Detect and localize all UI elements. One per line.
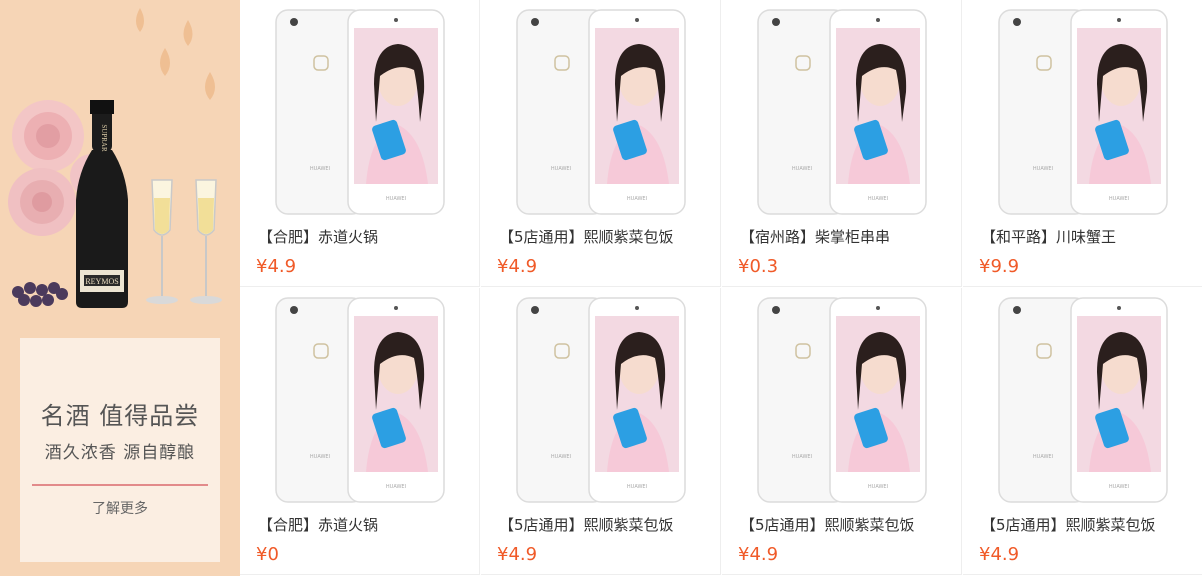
product-image: HUAWEI HUAWEI [998, 9, 1168, 215]
product-image: HUAWEI HUAWEI [757, 297, 927, 503]
phone-brand-front: HUAWEI [627, 484, 647, 490]
product-price: ¥4.9 [738, 544, 779, 565]
product-card[interactable]: HUAWEI HUAWEI 【宿州路】柴掌柜串串 ¥0.3 [722, 0, 962, 287]
product-card[interactable]: HUAWEI HUAWEI 【合肥】赤道火锅 ¥0 [240, 288, 480, 575]
product-grid: HUAWEI HUAWEI 【合肥】赤道火锅 ¥4.9 HUAWEI HUAWEI 【5店通… [240, 0, 1202, 576]
phone-brand-back: HUAWEI [1033, 166, 1053, 172]
product-image: HUAWEI HUAWEI [275, 9, 445, 215]
phone-brand-back: HUAWEI [792, 166, 812, 172]
product-name[interactable]: 【合肥】赤道火锅 [258, 226, 378, 247]
wine-bottle-illustration: REYMOS SUPRAR [8, 100, 222, 308]
phone-brand-back: HUAWEI [551, 454, 571, 460]
phone-brand-back: HUAWEI [310, 166, 330, 172]
phone-brand-back: HUAWEI [792, 454, 812, 460]
phone-brand-front: HUAWEI [1109, 196, 1129, 202]
product-name[interactable]: 【5店通用】熙顺紫菜包饭 [740, 514, 915, 535]
page: REYMOS SUPRAR 名酒 值得品尝 酒久浓香 源自醇酿 了解更多 HUA… [0, 0, 1202, 576]
phone-brand-front: HUAWEI [868, 484, 888, 490]
promo-card: 名酒 值得品尝 酒久浓香 源自醇酿 了解更多 [20, 338, 220, 562]
product-price: ¥0 [256, 544, 279, 565]
product-name[interactable]: 【5店通用】熙顺紫菜包饭 [499, 226, 674, 247]
product-name[interactable]: 【合肥】赤道火锅 [258, 514, 378, 535]
phone-brand-back: HUAWEI [310, 454, 330, 460]
champagne-glass-icon [190, 179, 222, 304]
product-price: ¥4.9 [256, 256, 297, 277]
promo-title: 名酒 值得品尝 [40, 402, 200, 430]
product-name[interactable]: 【5店通用】熙顺紫菜包饭 [499, 514, 674, 535]
learn-more-link[interactable]: 了解更多 [20, 498, 220, 518]
product-price: ¥4.9 [497, 544, 538, 565]
product-price: ¥0.3 [738, 256, 779, 277]
product-image: HUAWEI HUAWEI [516, 9, 686, 215]
bottle-label: REYMOS [85, 277, 118, 286]
product-name[interactable]: 【宿州路】柴掌柜串串 [740, 226, 890, 247]
bottle-neck-label: SUPRAR [100, 124, 108, 152]
product-price: ¥4.9 [497, 256, 538, 277]
phone-brand-front: HUAWEI [1109, 484, 1129, 490]
wine-promo-banner[interactable]: REYMOS SUPRAR 名酒 值得品尝 酒久浓香 源自醇酿 了解更多 [0, 0, 240, 576]
phone-brand-front: HUAWEI [386, 196, 406, 202]
phone-brand-front: HUAWEI [868, 196, 888, 202]
product-image: HUAWEI HUAWEI [275, 297, 445, 503]
product-price: ¥4.9 [979, 544, 1020, 565]
product-card[interactable]: HUAWEI HUAWEI 【合肥】赤道火锅 ¥4.9 [240, 0, 480, 287]
product-image: HUAWEI HUAWEI [757, 9, 927, 215]
promo-divider [32, 484, 208, 486]
grapes-icon [12, 282, 68, 307]
product-card[interactable]: HUAWEI HUAWEI 【5店通用】熙顺紫菜包饭 ¥4.9 [722, 288, 962, 575]
product-card[interactable]: HUAWEI HUAWEI 【5店通用】熙顺紫菜包饭 ¥4.9 [481, 288, 721, 575]
product-image: HUAWEI HUAWEI [998, 297, 1168, 503]
phone-brand-back: HUAWEI [551, 166, 571, 172]
phone-brand-back: HUAWEI [1033, 454, 1053, 460]
product-name[interactable]: 【5店通用】熙顺紫菜包饭 [981, 514, 1156, 535]
product-card[interactable]: HUAWEI HUAWEI 【5店通用】熙顺紫菜包饭 ¥4.9 [963, 288, 1202, 575]
product-card[interactable]: HUAWEI HUAWEI 【5店通用】熙顺紫菜包饭 ¥4.9 [481, 0, 721, 287]
product-name[interactable]: 【和平路】川味蟹王 [981, 226, 1116, 247]
phone-brand-front: HUAWEI [386, 484, 406, 490]
product-price: ¥9.9 [979, 256, 1020, 277]
product-card[interactable]: HUAWEI HUAWEI 【和平路】川味蟹王 ¥9.9 [963, 0, 1202, 287]
product-image: HUAWEI HUAWEI [516, 297, 686, 503]
champagne-glass-icon [146, 179, 178, 304]
promo-subtitle: 酒久浓香 源自醇酿 [44, 443, 196, 463]
phone-brand-front: HUAWEI [627, 196, 647, 202]
